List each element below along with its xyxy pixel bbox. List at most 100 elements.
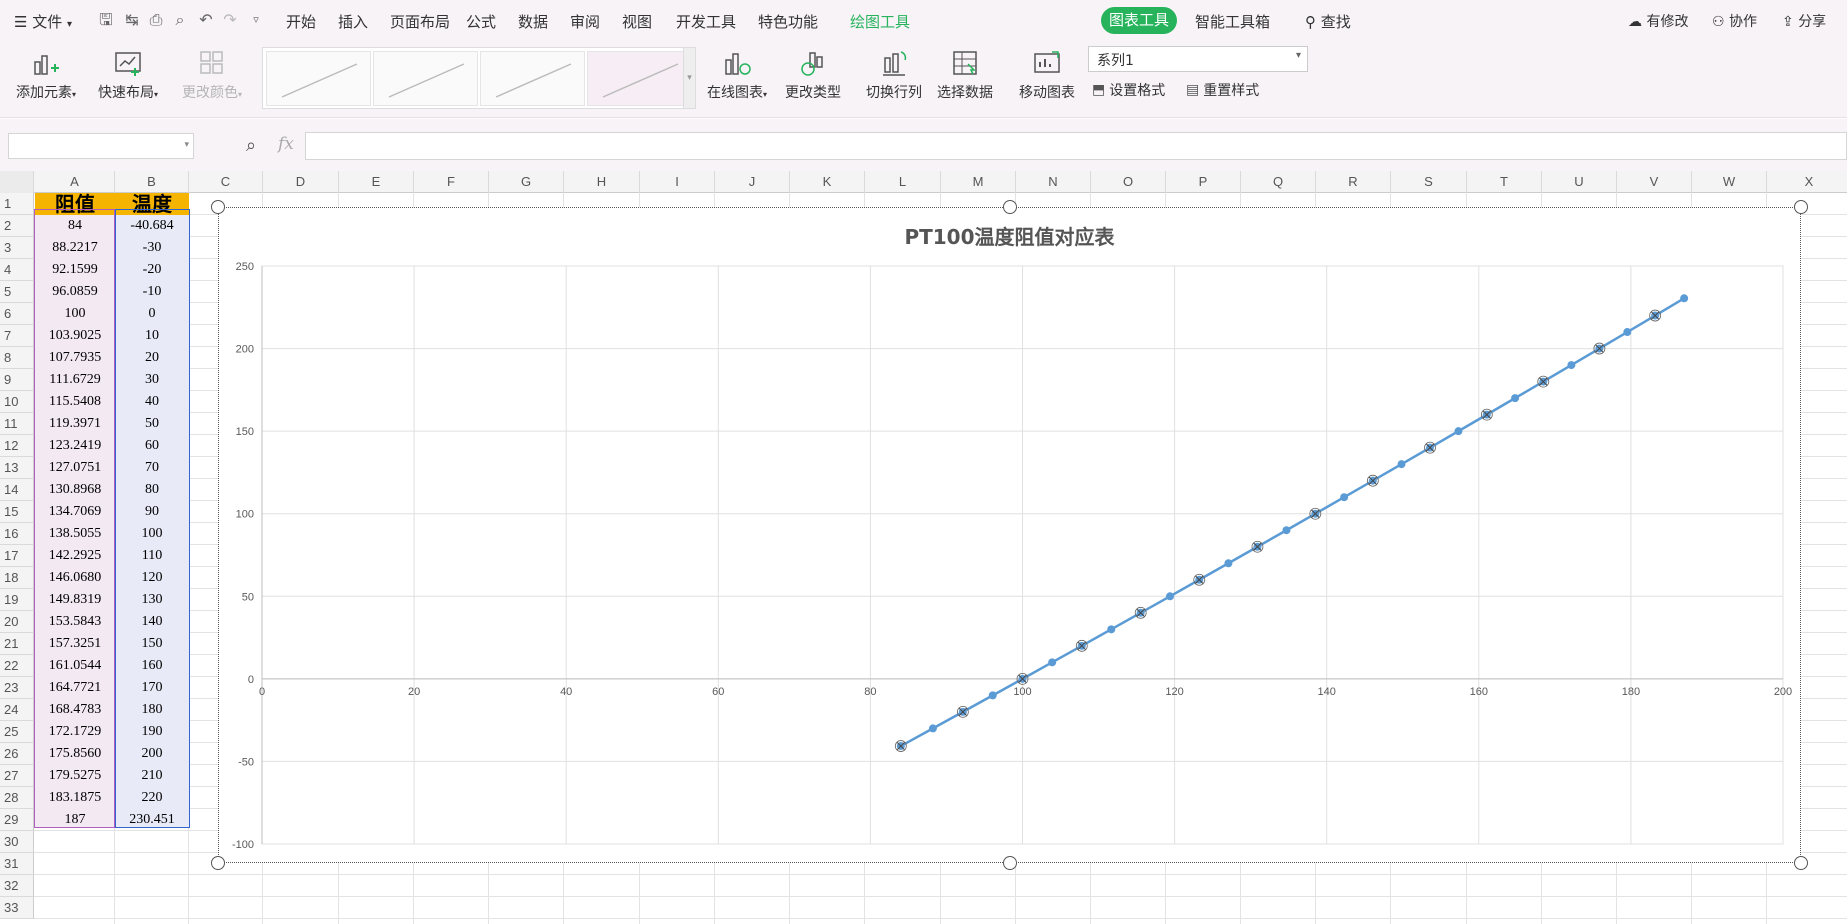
- tab-formulas[interactable]: 公式: [466, 11, 496, 32]
- column-header-h[interactable]: H: [564, 171, 640, 193]
- column-header-p[interactable]: P: [1166, 171, 1241, 193]
- set-format-button[interactable]: ⬒ 设置格式: [1092, 80, 1165, 100]
- zoom-icon[interactable]: ⌕: [246, 135, 256, 156]
- row-header-18[interactable]: 18: [0, 567, 34, 589]
- row-header-32[interactable]: 32: [0, 875, 34, 897]
- row-header-3[interactable]: 3: [0, 237, 34, 259]
- column-header-i[interactable]: I: [640, 171, 715, 193]
- name-box[interactable]: ▾: [8, 133, 194, 159]
- tab-special-features[interactable]: 特色功能: [758, 11, 818, 32]
- row-header-22[interactable]: 22: [0, 655, 34, 677]
- row-header-2[interactable]: 2: [0, 215, 34, 237]
- row-header-7[interactable]: 7: [0, 325, 34, 347]
- tab-insert[interactable]: 插入: [338, 11, 368, 32]
- column-header-l[interactable]: L: [865, 171, 941, 193]
- export-icon[interactable]: ↹: [122, 10, 142, 30]
- select-data-button[interactable]: 选择数据: [932, 42, 998, 102]
- row-header-30[interactable]: 30: [0, 831, 34, 853]
- move-chart-button[interactable]: 移动图表: [1014, 42, 1080, 102]
- row-header-14[interactable]: 14: [0, 479, 34, 501]
- row-header-11[interactable]: 11: [0, 413, 34, 435]
- column-header-a[interactable]: A: [35, 171, 115, 193]
- row-header-6[interactable]: 6: [0, 303, 34, 325]
- row-header-1[interactable]: 1: [0, 193, 34, 215]
- gallery-scroll-button[interactable]: ▾: [683, 48, 695, 108]
- chart-style-thumbnail[interactable]: [480, 51, 585, 106]
- row-header-15[interactable]: 15: [0, 501, 34, 523]
- tab-home[interactable]: 开始: [286, 11, 316, 32]
- online-chart-button[interactable]: 在线图表▾: [700, 42, 774, 102]
- reset-style-button[interactable]: ▤ 重置样式: [1186, 80, 1259, 100]
- row-header-27[interactable]: 27: [0, 765, 34, 787]
- row-header-24[interactable]: 24: [0, 699, 34, 721]
- row-header-8[interactable]: 8: [0, 347, 34, 369]
- tab-smart-toolbox[interactable]: 智能工具箱: [1195, 11, 1270, 32]
- row-header-20[interactable]: 20: [0, 611, 34, 633]
- tab-view[interactable]: 视图: [622, 11, 652, 32]
- share-button[interactable]: ⇪ 分享: [1782, 11, 1826, 31]
- function-icon[interactable]: fx: [278, 134, 294, 154]
- row-header-26[interactable]: 26: [0, 743, 34, 765]
- chart-style-thumbnail[interactable]: [266, 51, 371, 106]
- column-header-b[interactable]: B: [115, 171, 189, 193]
- row-header-16[interactable]: 16: [0, 523, 34, 545]
- row-header-12[interactable]: 12: [0, 435, 34, 457]
- row-header-9[interactable]: 9: [0, 369, 34, 391]
- collaborate-button[interactable]: ⚇ 协作: [1712, 11, 1757, 31]
- row-header-13[interactable]: 13: [0, 457, 34, 479]
- column-header-w[interactable]: W: [1692, 171, 1767, 193]
- print-preview-icon[interactable]: ⌕: [170, 10, 190, 30]
- chart-style-thumbnail[interactable]: [373, 51, 478, 106]
- column-header-f[interactable]: F: [414, 171, 489, 193]
- row-header-17[interactable]: 17: [0, 545, 34, 567]
- redo-icon[interactable]: ↷: [220, 10, 240, 30]
- add-element-button[interactable]: 添加元素▾: [10, 42, 82, 102]
- modified-status[interactable]: ☁ 有修改: [1628, 11, 1688, 31]
- chart-object[interactable]: PT100温度阻值对应表 0 20 40 60 80 100 120 140 160 180 200…: [211, 200, 1808, 870]
- chart-style-thumbnail[interactable]: [587, 51, 692, 106]
- tab-developer[interactable]: 开发工具: [676, 11, 736, 32]
- tab-page-layout[interactable]: 页面布局: [390, 11, 450, 32]
- customize-quick-access-icon[interactable]: ▿: [246, 10, 266, 30]
- tab-chart-tools[interactable]: 图表工具: [1101, 7, 1177, 34]
- plot-area[interactable]: 0 20 40 60 80 100 120 140 160 180 200 250 200 150 100 5…: [218, 207, 1801, 863]
- tab-data[interactable]: 数据: [518, 11, 548, 32]
- file-menu[interactable]: ☰ 文件 ▾: [14, 11, 72, 32]
- column-header-q[interactable]: Q: [1241, 171, 1316, 193]
- column-header-k[interactable]: K: [790, 171, 865, 193]
- column-header-s[interactable]: S: [1391, 171, 1467, 193]
- row-header-33[interactable]: 33: [0, 897, 34, 919]
- tab-review[interactable]: 审阅: [570, 11, 600, 32]
- column-header-o[interactable]: O: [1091, 171, 1166, 193]
- column-header-d[interactable]: D: [263, 171, 339, 193]
- row-header-21[interactable]: 21: [0, 633, 34, 655]
- change-type-button[interactable]: 更改类型: [780, 42, 846, 102]
- row-header-28[interactable]: 28: [0, 787, 34, 809]
- column-header-g[interactable]: G: [489, 171, 564, 193]
- row-header-25[interactable]: 25: [0, 721, 34, 743]
- print-icon[interactable]: ⎙: [146, 10, 166, 30]
- column-header-r[interactable]: R: [1316, 171, 1391, 193]
- row-header-10[interactable]: 10: [0, 391, 34, 413]
- column-header-u[interactable]: U: [1542, 171, 1617, 193]
- column-header-c[interactable]: C: [189, 171, 263, 193]
- column-header-x[interactable]: X: [1767, 171, 1847, 193]
- column-header-v[interactable]: V: [1617, 171, 1692, 193]
- column-header-e[interactable]: E: [339, 171, 414, 193]
- series-select[interactable]: 系列1 ▾: [1088, 46, 1308, 72]
- switch-row-column-button[interactable]: 切换行列: [862, 42, 926, 102]
- row-header-5[interactable]: 5: [0, 281, 34, 303]
- column-header-t[interactable]: T: [1467, 171, 1542, 193]
- save-icon[interactable]: 🖫: [96, 10, 116, 30]
- row-header-19[interactable]: 19: [0, 589, 34, 611]
- column-header-n[interactable]: N: [1016, 171, 1091, 193]
- formula-input[interactable]: [305, 132, 1847, 160]
- column-header-j[interactable]: J: [715, 171, 790, 193]
- search-button[interactable]: ⚲ 查找: [1305, 11, 1351, 32]
- row-header-29[interactable]: 29: [0, 809, 34, 831]
- row-header-4[interactable]: 4: [0, 259, 34, 281]
- row-header-23[interactable]: 23: [0, 677, 34, 699]
- select-all-corner[interactable]: [0, 171, 34, 193]
- undo-icon[interactable]: ↶: [196, 10, 216, 30]
- row-header-31[interactable]: 31: [0, 853, 34, 875]
